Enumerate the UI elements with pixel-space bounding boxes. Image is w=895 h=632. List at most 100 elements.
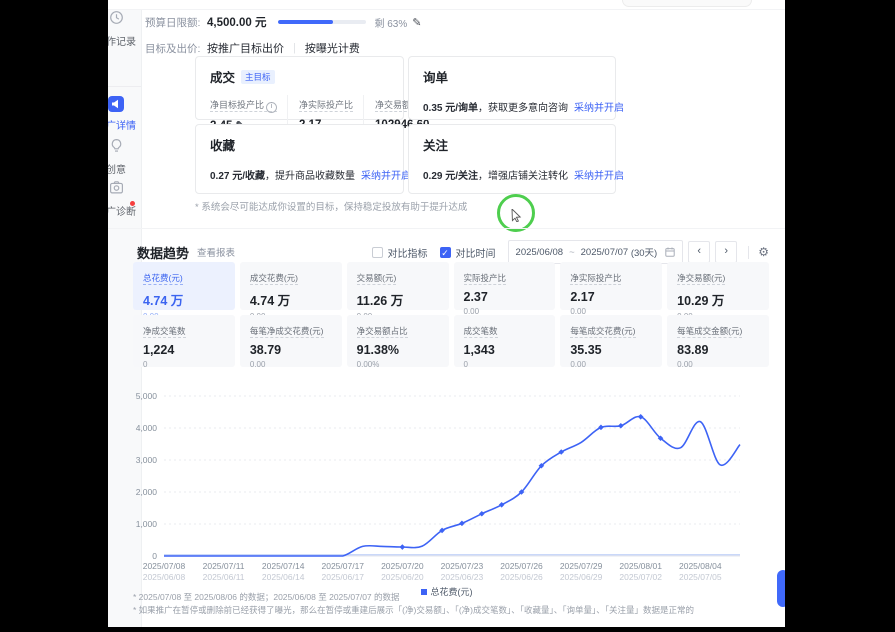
next-period-button[interactable]: › [715, 241, 737, 263]
edit-budget-icon[interactable]: ✎ [412, 16, 421, 29]
bidding-option-goal[interactable]: 按推广目标出价 [207, 40, 284, 56]
goal-card-suggest[interactable]: 询单 0.35 元/询单，获取更多意向咨询采纳并开启 [408, 56, 616, 120]
metric-value: 83.89 [677, 343, 759, 357]
metric-compare-value: 0 [143, 360, 225, 369]
date-start: 2025/06/08 [516, 247, 564, 258]
metric-value: 38.79 [250, 343, 332, 357]
footnote-date-range: * 2025/07/08 至 2025/08/06 的数据；2025/06/08… [133, 591, 400, 603]
view-report-link[interactable]: 查看报表 [197, 245, 235, 259]
metric-card[interactable]: 净交易额占比91.38%0.00% [347, 315, 449, 367]
daily-budget-row: 预算日限额: 4,500.00 元 剩 63% ✎ [145, 14, 421, 30]
bidding-separator: | [293, 42, 296, 54]
sidebar-item-label: 推广详情 [108, 117, 138, 132]
bidding-option-impression[interactable]: 按曝光计费 [305, 40, 360, 56]
sidebar-item-[interactable]: 创意 [108, 138, 138, 176]
notification-dot [130, 201, 135, 206]
metric-card[interactable]: 成交花费(元)4.74 万0.00 [240, 262, 342, 310]
legend-swatch [421, 589, 427, 595]
info-icon[interactable]: i [266, 102, 277, 113]
svg-text:2,000: 2,000 [136, 487, 158, 497]
controls-divider [748, 246, 749, 259]
metric-label: 交易额(元) [357, 273, 397, 285]
metric-card-grid: 总花费(元)4.74 万0.00成交花费(元)4.74 万0.00交易额(元)1… [133, 262, 769, 367]
sidebar-item-[interactable]: 推广诊断 [108, 180, 138, 218]
budget-amount: 4,500.00 元 [207, 14, 266, 30]
floating-side-button[interactable] [777, 570, 785, 607]
metric-value: 10.29 万 [677, 290, 759, 309]
campaign-icon [108, 96, 124, 112]
adopt-and-enable-link[interactable]: 采纳并开启 [361, 171, 411, 182]
goal-card-suggest[interactable]: 收藏0.27 元/收藏，提升商品收藏数量采纳并开启 [195, 124, 404, 194]
metric-compare-value: 0.00 [677, 360, 759, 369]
metric-label: 每笔成交花费(元) [570, 326, 635, 338]
bidding-row: 目标及出价: 按推广目标出价 | 按曝光计费 [145, 40, 360, 56]
svg-text:2025/07/11: 2025/07/11 [203, 561, 245, 571]
metric-value: 2.17 [570, 290, 652, 304]
svg-text:2025/06/29: 2025/06/29 [560, 572, 603, 582]
metric-value: 35.35 [570, 343, 652, 357]
metric-card[interactable]: 净成交笔数1,2240 [133, 315, 235, 367]
metric-card[interactable]: 净实际投产比2.170.00 [560, 262, 662, 310]
metric-label: 总花费(元) [143, 273, 183, 285]
goal-cards: 成交主目标净目标投产比i2.45 ✎净实际投产比2.17净交易额(元)10294… [195, 56, 616, 194]
date-separator: ~ [569, 247, 575, 258]
goal-card-desc: 0.35 元/询单，获取更多意向咨询采纳并开启 [423, 99, 601, 114]
metric-card[interactable]: 净交易额(元)10.29 万0.00 [667, 262, 769, 310]
compare-time-label: 对比时间 [456, 245, 496, 260]
svg-text:2025/07/05: 2025/07/05 [679, 572, 722, 582]
compare-time-checkbox[interactable]: ✓ [440, 247, 451, 258]
sidebar-item-active[interactable]: 推广详情 [108, 96, 138, 132]
sidebar-item-[interactable]: 操作记录 [108, 10, 138, 48]
svg-text:1,000: 1,000 [136, 519, 158, 529]
date-range-picker[interactable]: 2025/06/08 ~ 2025/07/07 (30天) [508, 240, 684, 264]
goal-card-primary[interactable]: 成交主目标净目标投产比i2.45 ✎净实际投产比2.17净交易额(元)10294… [195, 56, 404, 120]
compare-metric-checkbox[interactable] [372, 247, 383, 258]
metric-card[interactable]: 每笔成交花费(元)35.350.00 [560, 315, 662, 367]
svg-text:2025/07/26: 2025/07/26 [500, 561, 543, 571]
metric-card[interactable]: 总花费(元)4.74 万0.00 [133, 262, 235, 310]
metric-value: 1,224 [143, 343, 225, 357]
metric-card[interactable]: 每笔成交金额(元)83.890.00 [667, 315, 769, 367]
svg-text:4,000: 4,000 [136, 423, 158, 433]
svg-text:2025/06/08: 2025/06/08 [143, 572, 186, 582]
goal-card-suggest[interactable]: 关注0.29 元/关注，增强店铺关注转化采纳并开启 [408, 124, 616, 194]
svg-text:2025/06/20: 2025/06/20 [381, 572, 424, 582]
svg-text:2025/06/23: 2025/06/23 [441, 572, 484, 582]
lightbulb-icon [108, 138, 124, 154]
adopt-and-enable-link[interactable]: 采纳并开启 [574, 171, 624, 182]
metric-card[interactable]: 交易额(元)11.26 万0.00 [347, 262, 449, 310]
svg-text:2025/07/20: 2025/07/20 [381, 561, 424, 571]
metric-card[interactable]: 成交笔数1,3430 [454, 315, 556, 367]
goal-card-title: 关注 [423, 135, 448, 154]
svg-text:3,000: 3,000 [136, 455, 158, 465]
metric-value: 4.74 万 [250, 290, 332, 309]
settings-gear-icon[interactable]: ⚙ [758, 245, 769, 259]
goal-card-title: 成交 [210, 67, 235, 86]
svg-text:2025/08/01: 2025/08/01 [619, 561, 662, 571]
date-range-days: (30天) [631, 245, 657, 259]
goal-card-title: 收藏 [210, 135, 235, 154]
svg-text:0: 0 [152, 551, 157, 561]
goal-card-title: 询单 [423, 67, 448, 86]
svg-text:2025/07/14: 2025/07/14 [262, 561, 305, 571]
trend-controls: 对比指标 ✓ 对比时间 2025/06/08 ~ 2025/07/07 (30天… [372, 240, 769, 264]
metric-label: 净交易额占比 [357, 326, 408, 338]
compare-metric-label: 对比指标 [388, 245, 428, 260]
calendar-icon [665, 247, 675, 257]
metric-card[interactable]: 实际投产比2.370.00 [454, 262, 556, 310]
footnote-disclaimer: * 如果推广在暂停或删除前已经获得了曝光，那么在暂停或重建后展示「(净)交易额」… [133, 604, 694, 616]
metric-value: 1,343 [464, 343, 546, 357]
primary-goal-badge: 主目标 [241, 70, 275, 84]
section-divider [108, 228, 785, 229]
metric-value: 2.37 [464, 290, 546, 304]
history-icon [108, 10, 124, 26]
metric-compare-value: 0.00% [357, 360, 439, 369]
svg-text:2025/07/17: 2025/07/17 [321, 561, 364, 571]
prev-period-button[interactable]: ‹ [688, 241, 710, 263]
metric-card[interactable]: 每笔净成交花费(元)38.790.00 [240, 315, 342, 367]
sidebar-item-label: 创意 [108, 161, 138, 176]
adopt-and-enable-link[interactable]: 采纳并开启 [574, 103, 624, 114]
budget-progress-bar [278, 20, 366, 24]
svg-text:2025/06/26: 2025/06/26 [500, 572, 543, 582]
svg-text:2025/07/02: 2025/07/02 [619, 572, 662, 582]
